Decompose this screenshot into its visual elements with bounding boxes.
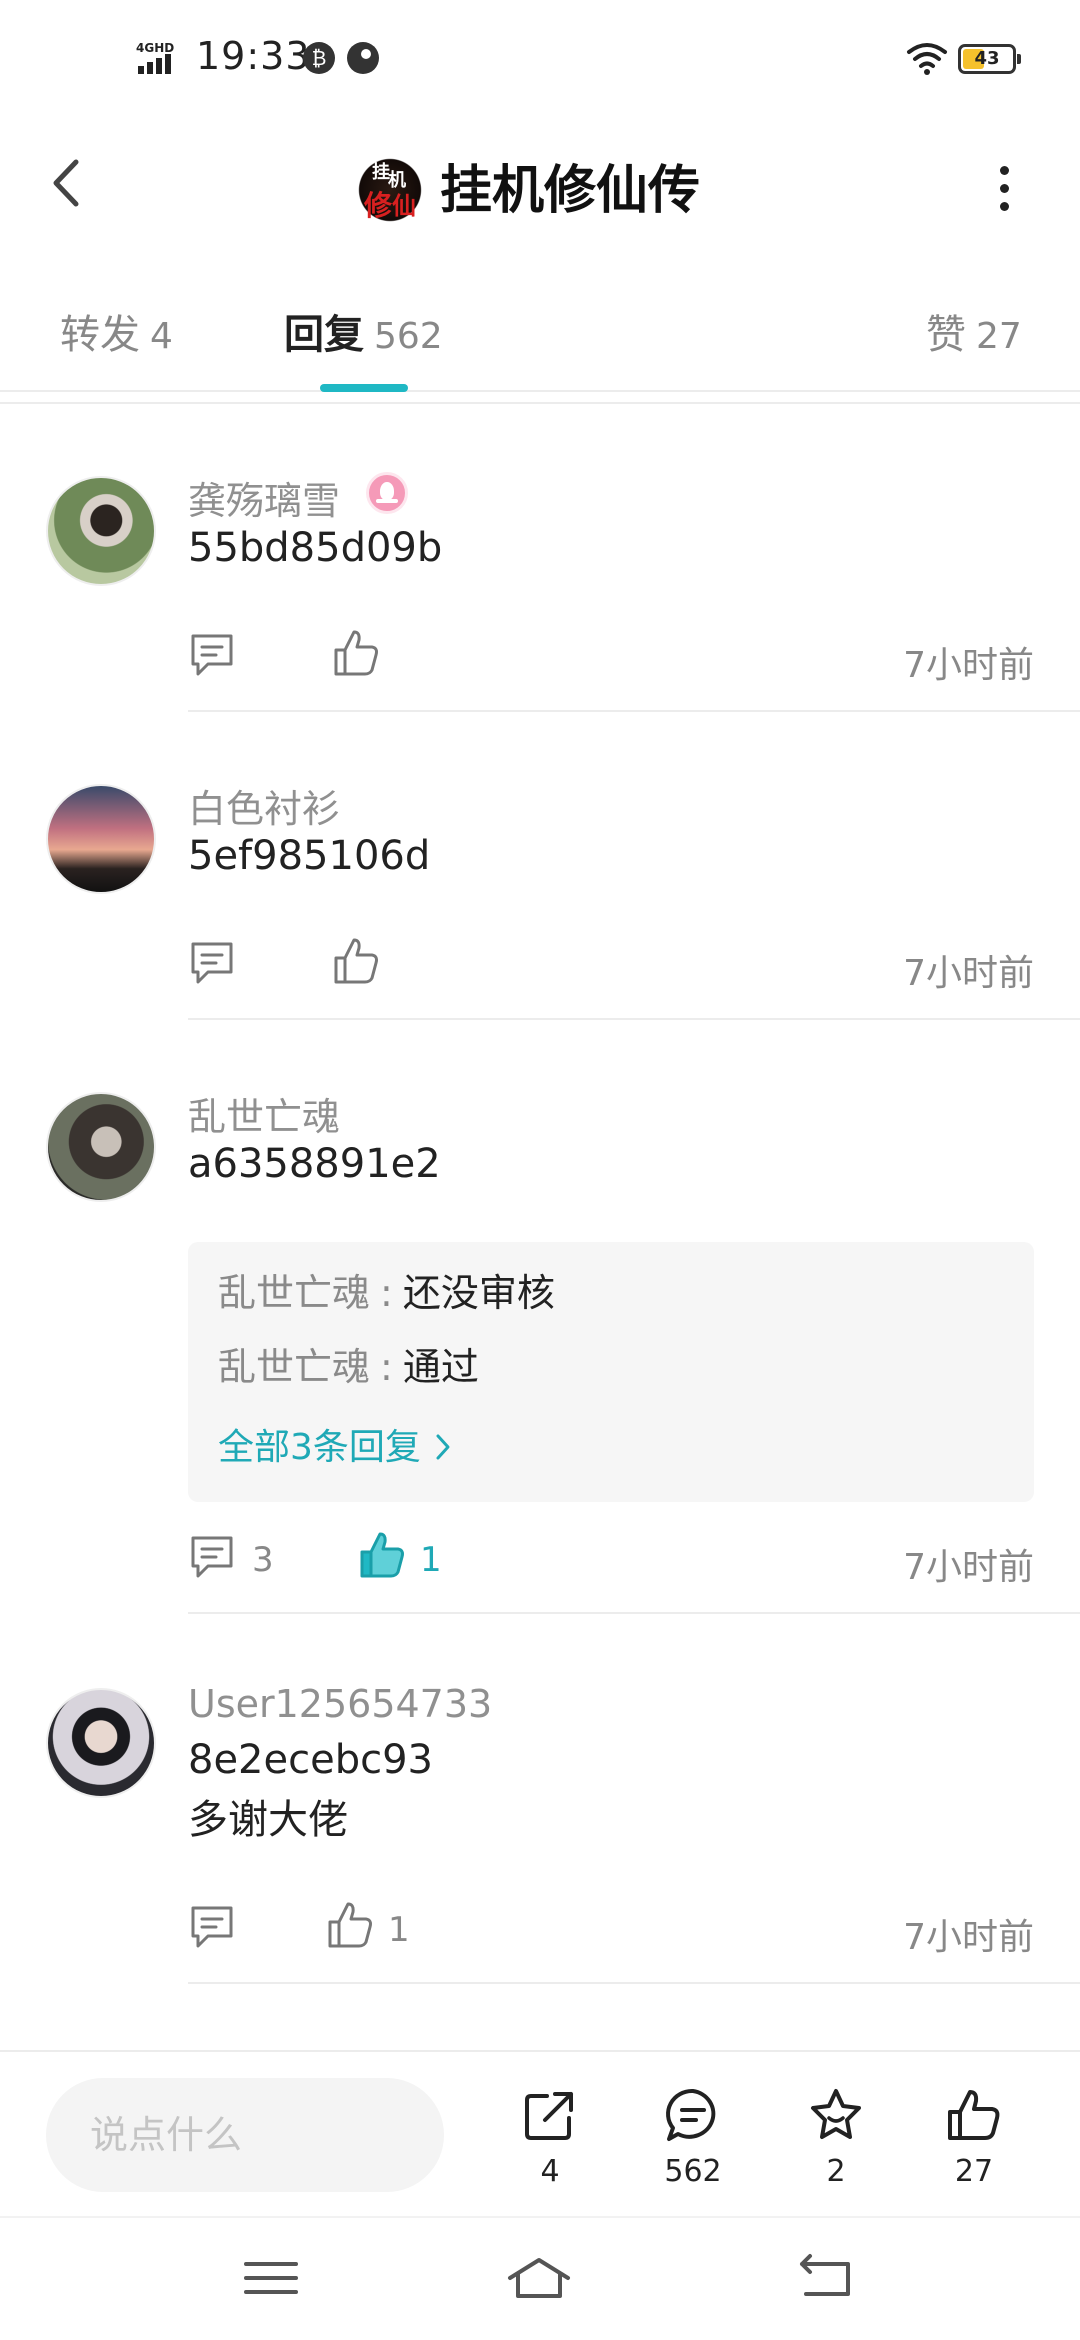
reply-separator: : xyxy=(380,1271,393,1315)
reply-icon[interactable] xyxy=(188,1902,236,1952)
divider xyxy=(188,1612,1080,1614)
more-icon xyxy=(1000,184,1009,193)
battery-level: 43 xyxy=(974,48,1000,69)
reply-icon[interactable] xyxy=(188,1532,236,1582)
status-time: 19:33 xyxy=(196,34,311,78)
status-bar: 4GHD 19:33 ₿ 43 xyxy=(0,0,1080,110)
reply-count: 3 xyxy=(252,1540,274,1580)
tab-bar: 转发 4 回复 562 赞 27 xyxy=(0,270,1080,392)
tab-forward[interactable]: 转发 4 xyxy=(60,302,173,360)
back-button[interactable] xyxy=(36,148,96,218)
clock-notification-icon xyxy=(347,42,379,74)
comment-actions: 1 7小时前 xyxy=(188,1902,1034,1962)
badge-icon xyxy=(366,472,408,514)
reply-text: 通过 xyxy=(402,1345,479,1389)
more-options-button[interactable] xyxy=(984,158,1024,218)
comment-actions: 7小时前 xyxy=(188,630,1034,690)
star-icon xyxy=(811,2089,861,2139)
logo-char: 修 xyxy=(364,189,393,222)
bottom-action-bar: 4 562 2 27 xyxy=(0,2050,1080,2214)
comment-text: 55bd85d09b xyxy=(188,525,443,571)
avatar[interactable] xyxy=(46,476,156,586)
comment-input[interactable] xyxy=(46,2078,444,2192)
divider xyxy=(188,710,1080,712)
share-icon xyxy=(525,2092,573,2140)
tab-count: 562 xyxy=(374,316,443,357)
view-all-replies-link[interactable]: 全部3条回复 xyxy=(218,1418,454,1470)
tab-likes[interactable]: 赞 27 xyxy=(926,302,1022,360)
comment-text: 8e2ecebc93 xyxy=(188,1737,433,1783)
like-icon[interactable] xyxy=(326,1898,374,1950)
comment-icon xyxy=(666,2088,716,2141)
comment-text-line: 多谢大佬 xyxy=(188,1797,348,1843)
like-icon[interactable] xyxy=(358,1528,406,1580)
like-count: 1 xyxy=(388,1910,410,1950)
comment-button[interactable]: 562 xyxy=(643,2086,743,2196)
chevron-right-icon xyxy=(436,1434,450,1460)
like-button[interactable]: 27 xyxy=(924,2086,1024,2196)
like-icon xyxy=(948,2090,1000,2140)
notification-icon: ₿ xyxy=(303,42,335,74)
reply-username[interactable]: 乱世亡魂 xyxy=(218,1271,370,1315)
more-icon xyxy=(1000,166,1009,175)
logo-char: 仙 xyxy=(392,191,416,220)
like-icon[interactable] xyxy=(332,934,380,986)
battery-icon: 43 xyxy=(958,44,1021,74)
comment-username[interactable]: User125654733 xyxy=(188,1682,492,1726)
network-type-label: 4GHD xyxy=(136,41,174,55)
comment-time: 7小时前 xyxy=(903,1917,1034,1958)
comment-time: 7小时前 xyxy=(903,953,1034,994)
divider xyxy=(188,1018,1080,1020)
comment-count: 562 xyxy=(664,2154,722,2189)
like-count: 1 xyxy=(420,1540,442,1580)
reply-preview-box[interactable]: 乱世亡魂: 还没审核 乱世亡魂: 通过 全部3条回复 xyxy=(188,1242,1034,1502)
tab-replies[interactable]: 回复 562 xyxy=(284,302,443,360)
comment-username[interactable]: 龚殇璃雪 xyxy=(188,470,340,525)
reply-icon[interactable] xyxy=(188,630,236,680)
tab-label: 回复 xyxy=(284,312,364,358)
return-icon[interactable] xyxy=(790,2248,860,2308)
favorite-button[interactable]: 2 xyxy=(786,2086,886,2196)
cellular-signal-icon: 4GHD xyxy=(136,41,174,74)
divider xyxy=(0,402,1080,404)
favorite-count: 2 xyxy=(826,2154,846,2189)
comment-username[interactable]: 白色衬衫 xyxy=(188,778,340,833)
page-title[interactable]: 挂机修仙传 xyxy=(440,148,700,223)
like-icon[interactable] xyxy=(332,626,380,678)
tab-count: 4 xyxy=(150,316,173,357)
reply-preview-line: 乱世亡魂: 还没审核 xyxy=(218,1268,555,1318)
more-icon xyxy=(1000,202,1009,211)
game-logo[interactable]: 挂 机 修 仙 xyxy=(354,154,426,226)
reply-preview-line: 乱世亡魂: 通过 xyxy=(218,1342,479,1392)
wifi-icon xyxy=(907,43,947,75)
title-bar: 挂 机 修 仙 挂机修仙传 xyxy=(0,118,1080,248)
share-button[interactable]: 4 xyxy=(500,2086,600,2196)
home-icon[interactable] xyxy=(504,2248,574,2308)
reply-username[interactable]: 乱世亡魂 xyxy=(218,1345,370,1389)
share-count: 4 xyxy=(540,2154,560,2189)
comment-text: a6358891e2 xyxy=(188,1141,441,1187)
tab-count: 27 xyxy=(976,316,1022,357)
comment-actions: 7小时前 xyxy=(188,938,1034,998)
avatar[interactable] xyxy=(46,1092,156,1202)
comment-actions: 3 1 7小时前 xyxy=(188,1532,1034,1592)
tab-label: 赞 xyxy=(926,312,966,358)
reply-icon[interactable] xyxy=(188,938,236,988)
active-tab-indicator xyxy=(320,384,408,392)
reply-text: 还没审核 xyxy=(402,1271,555,1315)
system-navigation-bar xyxy=(0,2216,1080,2340)
comment-time: 7小时前 xyxy=(903,1547,1034,1588)
avatar[interactable] xyxy=(46,1688,156,1798)
like-count: 27 xyxy=(954,2154,994,2189)
comment-time: 7小时前 xyxy=(903,645,1034,686)
reply-separator: : xyxy=(380,1345,393,1389)
view-all-replies-label: 全部3条回复 xyxy=(218,1427,421,1468)
avatar[interactable] xyxy=(46,784,156,894)
comment-text: 5ef985106d xyxy=(188,833,431,879)
menu-icon[interactable] xyxy=(236,2248,306,2308)
divider xyxy=(188,1982,1080,1984)
comment-username[interactable]: 乱世亡魂 xyxy=(188,1086,340,1141)
tab-label: 转发 xyxy=(60,312,140,358)
